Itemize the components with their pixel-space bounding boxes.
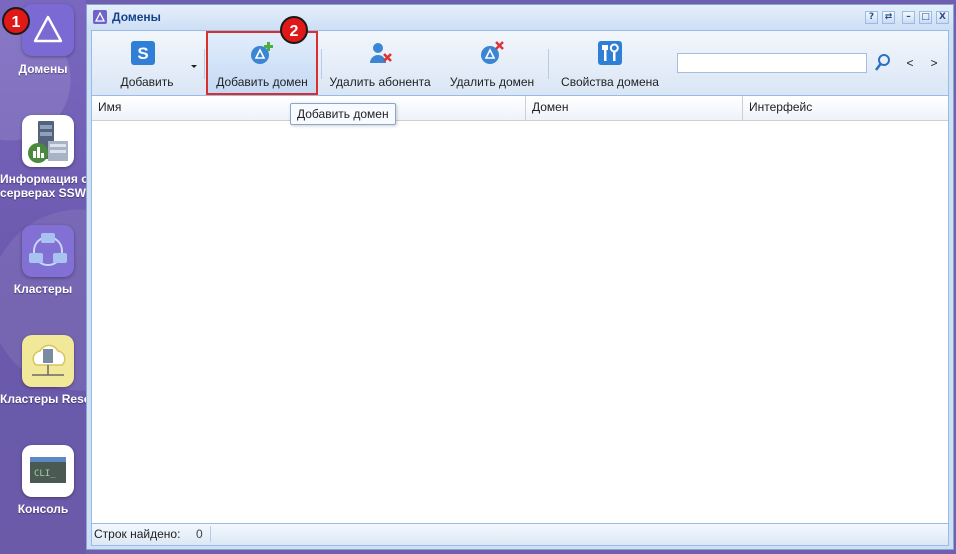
- delete-domain-icon: [479, 40, 505, 66]
- prev-button[interactable]: <: [903, 53, 917, 73]
- dock-item-resource-clusters[interactable]: Кластеры Resource: [0, 330, 86, 415]
- svg-text:CLI_: CLI_: [34, 469, 56, 479]
- tools-icon: [597, 40, 623, 66]
- search-input[interactable]: [677, 53, 867, 73]
- app-dock: Домены Информация о серверах SSW Кластер…: [0, 0, 86, 554]
- delete-domain-button[interactable]: Удалить домен: [442, 31, 542, 95]
- toolbar-separator: [548, 49, 549, 79]
- add-button[interactable]: S Добавить: [102, 31, 192, 95]
- delete-user-icon: [368, 40, 394, 66]
- step-badge-1: 1: [2, 7, 30, 35]
- resource-cluster-icon: [22, 335, 74, 387]
- dock-item-server-info[interactable]: Информация о серверах SSW: [0, 110, 86, 205]
- window-title: Домены: [112, 10, 161, 24]
- minimize-button[interactable]: –: [902, 11, 915, 24]
- add-s-icon: S: [130, 40, 156, 66]
- help-button[interactable]: ?: [865, 11, 878, 24]
- console-icon: CLI_: [22, 445, 74, 497]
- status-separator: [210, 526, 211, 542]
- delete-subscriber-button[interactable]: Удалить абонента: [324, 31, 436, 95]
- cluster-icon: [22, 225, 74, 277]
- dock-label-clusters: Кластеры: [13, 282, 73, 296]
- next-button[interactable]: >: [927, 53, 941, 73]
- domain-properties-button[interactable]: Свойства домена: [554, 31, 666, 95]
- column-header-domain[interactable]: Домен: [526, 96, 743, 120]
- svg-text:S: S: [137, 44, 148, 63]
- rows-found-value: 0: [196, 527, 203, 541]
- search-icon[interactable]: [874, 53, 892, 73]
- dock-label-resource-clusters: Кластеры Resource: [0, 392, 86, 406]
- tooltip: Добавить домен: [290, 103, 396, 125]
- grid-header: Имя Домен Интерфейс: [92, 96, 948, 121]
- server-info-icon: [22, 115, 74, 167]
- step-badge-2: 2: [280, 16, 308, 44]
- dock-label-server-info-1: Информация о: [0, 172, 86, 186]
- toolbar: S Добавить Добавить домен Удалить абонен…: [92, 31, 948, 96]
- status-bar: Строк найдено: 0: [92, 523, 948, 545]
- window-content: S Добавить Добавить домен Удалить абонен…: [91, 30, 949, 546]
- close-button[interactable]: X: [936, 11, 949, 24]
- domain-triangle-icon: [22, 4, 74, 56]
- domains-window: Домены ? ⇄ – □ X S Добавить Добавить дом…: [86, 4, 954, 550]
- dock-item-clusters[interactable]: Кластеры: [0, 220, 86, 300]
- add-domain-label: Добавить домен: [216, 75, 308, 89]
- delete-domain-label: Удалить домен: [449, 75, 535, 89]
- caret-down-icon: [191, 65, 197, 68]
- add-domain-icon: [249, 40, 275, 66]
- delete-subscriber-label: Удалить абонента: [329, 75, 431, 89]
- dock-label-server-info-2: серверах SSW: [0, 186, 86, 200]
- column-header-interface[interactable]: Интерфейс: [743, 96, 948, 120]
- window-titlebar[interactable]: Домены ? ⇄ – □ X: [87, 5, 953, 30]
- toolbar-separator: [204, 49, 205, 79]
- dock-item-console[interactable]: CLI_ Консоль: [0, 440, 86, 520]
- refresh-button[interactable]: ⇄: [882, 11, 895, 24]
- add-dropdown-arrow[interactable]: [188, 31, 200, 95]
- rows-found-label: Строк найдено:: [94, 527, 181, 541]
- dock-label-console: Консоль: [17, 502, 69, 516]
- toolbar-separator: [321, 49, 322, 79]
- domain-triangle-icon: [93, 10, 107, 24]
- dock-label-domains: Домены: [18, 62, 68, 76]
- domain-properties-label: Свойства домена: [561, 75, 659, 89]
- maximize-button[interactable]: □: [919, 11, 932, 24]
- add-button-label: Добавить: [120, 75, 174, 89]
